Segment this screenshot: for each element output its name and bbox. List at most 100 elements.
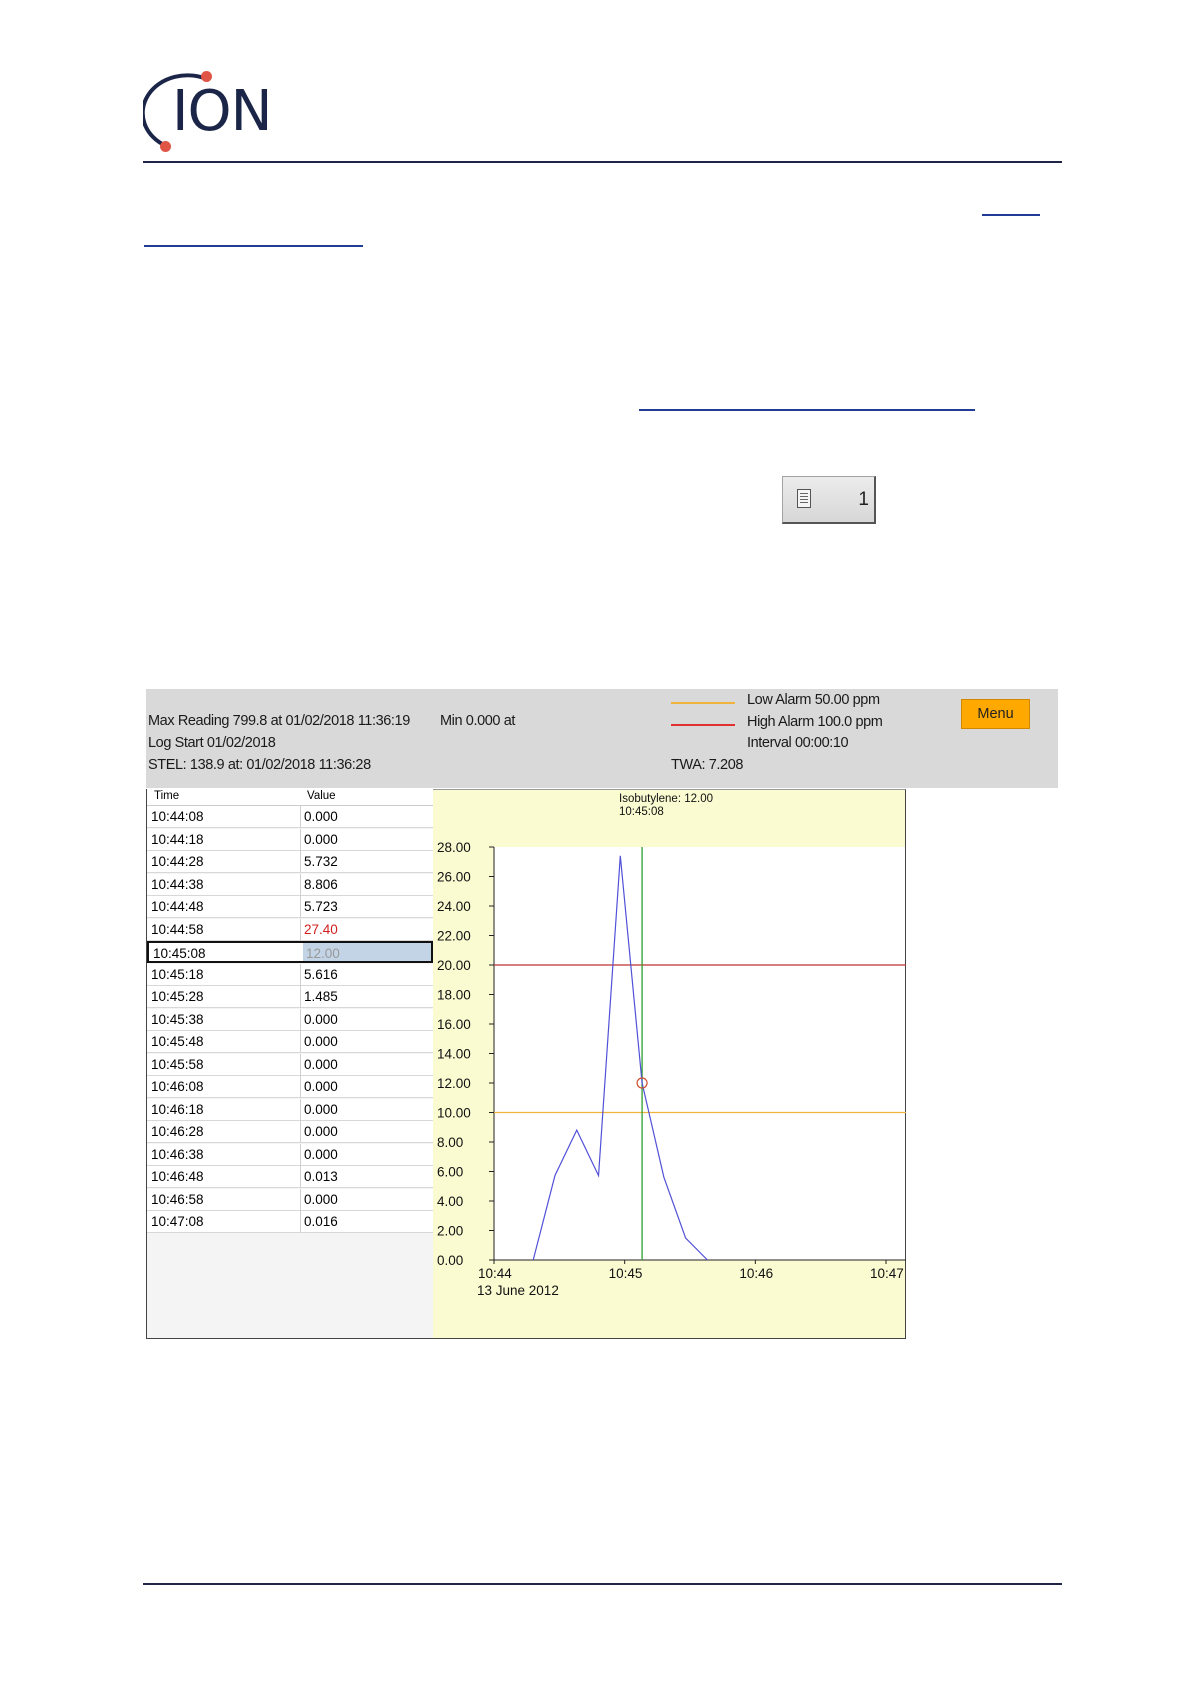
table-header: Time Value [147,789,433,806]
log-count: 1 [858,489,869,510]
y-tick-label: 0.00 [437,1253,463,1268]
table-row[interactable]: 10:44:48 5.723 [147,896,433,918]
x-tick-label: 10:45 [609,1266,643,1281]
menu-button[interactable]: Menu [961,699,1030,729]
link-underline[interactable] [144,245,363,247]
table-row[interactable]: 10:46:58 0.000 [147,1188,433,1211]
high-alarm-label: High Alarm 100.0 ppm [747,714,883,730]
y-tick-label: 26.00 [437,870,471,885]
y-tick-label: 24.00 [437,899,471,914]
table-row[interactable]: 10:44:18 0.000 [147,828,433,851]
y-tick-label: 22.00 [437,929,471,944]
y-tick-label: 14.00 [437,1047,471,1062]
x-tick-label: 10:46 [739,1266,773,1281]
link-underline[interactable] [982,214,1040,216]
cell-value: 1.485 [304,989,338,1004]
table-row[interactable]: 10:46:48 0.013 [147,1166,433,1188]
document-icon [797,489,811,508]
tooltip-line: 10:45:08 [619,806,664,818]
cell-value: 12.00 [306,946,340,961]
cell-value: 0.000 [304,831,338,847]
log-file-button[interactable]: 1 [782,476,876,524]
table-row[interactable]: 10:45:08 12.00 [147,941,433,963]
cell-time: 10:47:08 [151,1214,204,1229]
readings-chart[interactable]: 0.00 2.00 4.00 6.00 8.00 10.00 12.00 14.00 16.00… [433,790,906,1340]
cell-time: 10:45:08 [153,946,206,961]
table-row[interactable]: 10:44:38 8.806 [147,873,433,896]
cell-value: 8.806 [304,876,338,892]
cell-value: 0.000 [304,809,338,824]
y-tick-label: 12.00 [437,1076,471,1091]
cell-value: 0.000 [304,1011,338,1027]
cell-value: 0.013 [304,1169,338,1184]
cell-time: 10:44:48 [151,899,204,914]
date-label: 13 June 2012 [477,1283,559,1298]
table-row[interactable]: 10:46:38 0.000 [147,1143,433,1166]
table-row[interactable]: 10:47:08 0.016 [147,1211,433,1233]
log-start: Log Start 01/02/2018 [148,735,276,751]
table-row[interactable]: 10:45:38 0.000 [147,1008,433,1031]
col-value: Value [307,790,336,802]
cell-time: 10:44:38 [151,876,204,892]
cell-value: 0.016 [304,1214,338,1229]
table-row[interactable]: 10:45:18 5.616 [147,963,433,986]
y-tick-label: 20.00 [437,958,471,973]
cell-time: 10:46:18 [151,1101,204,1117]
cell-value: 5.732 [304,854,338,869]
cell-time: 10:44:08 [151,809,204,824]
table-row[interactable]: 10:44:58 27.40 [147,918,433,941]
table-row[interactable]: 10:45:28 1.485 [147,986,433,1008]
link-underline[interactable] [639,409,975,411]
cell-value: 0.000 [304,1034,338,1049]
cell-time: 10:44:18 [151,831,204,847]
y-tick-label: 4.00 [437,1194,463,1209]
x-tick-label: 10:44 [478,1266,512,1281]
y-tick-label: 28.00 [437,840,471,855]
twa: TWA: 7.208 [671,757,744,773]
min-reading: Min 0.000 at [440,713,515,729]
logo-text: ION [172,79,272,144]
cell-value: 27.40 [304,921,338,937]
logo-dot-top [201,71,212,82]
cell-value: 0.000 [304,1146,338,1162]
cell-value: 0.000 [304,1124,338,1139]
high-alarm-legend-line [671,724,735,726]
table-row[interactable]: 10:46:28 0.000 [147,1121,433,1143]
y-tick-label: 8.00 [437,1135,463,1150]
cell-time: 10:45:48 [151,1034,204,1049]
plot-area [494,847,905,1260]
cell-time: 10:46:08 [151,1079,204,1094]
cell-time: 10:44:28 [151,854,204,869]
stel: STEL: 138.9 at: 01/02/2018 11:36:28 [148,757,371,773]
table-row[interactable]: 10:45:48 0.000 [147,1031,433,1053]
table-row[interactable]: 10:44:08 0.000 [147,806,433,828]
stats-panel: Max Reading 799.8 at 01/02/2018 11:36:19… [146,689,1058,788]
y-tick-label: 2.00 [437,1224,463,1239]
low-alarm-label: Low Alarm 50.00 ppm [747,692,880,708]
max-reading: Max Reading 799.8 at 01/02/2018 11:36:19 [148,713,410,729]
x-tick-label: 10:47 [870,1266,904,1281]
y-tick-label: 16.00 [437,1017,471,1032]
cell-time: 10:46:48 [151,1169,204,1184]
logo-dot-bottom [160,141,171,152]
cell-time: 10:45:18 [151,966,204,982]
chart-panel: 0.00 2.00 4.00 6.00 8.00 10.00 12.00 14.00 16.00… [433,789,906,1339]
cell-value: 0.000 [304,1191,338,1207]
y-tick-label: 6.00 [437,1165,463,1180]
cell-value: 0.000 [304,1056,338,1072]
cell-time: 10:45:28 [151,989,204,1004]
footer-rule [143,1583,1062,1585]
cell-time: 10:44:58 [151,921,204,937]
table-row[interactable]: 10:46:18 0.000 [147,1098,433,1121]
col-time: Time [154,790,180,802]
tooltip-line: Isobutylene: 12.00 [619,793,713,805]
table-row[interactable]: 10:45:58 0.000 [147,1053,433,1076]
interval-label: Interval 00:00:10 [747,735,849,751]
cell-time: 10:45:38 [151,1011,204,1027]
y-tick-label: 18.00 [437,988,471,1003]
cell-value: 0.000 [304,1079,338,1094]
readings-table: Time Value 10:44:08 0.000 10:44:18 0.000 10:… [146,789,433,1339]
table-row[interactable]: 10:46:08 0.000 [147,1076,433,1098]
table-row[interactable]: 10:44:28 5.732 [147,851,433,873]
y-tick-label: 10.00 [437,1106,471,1121]
